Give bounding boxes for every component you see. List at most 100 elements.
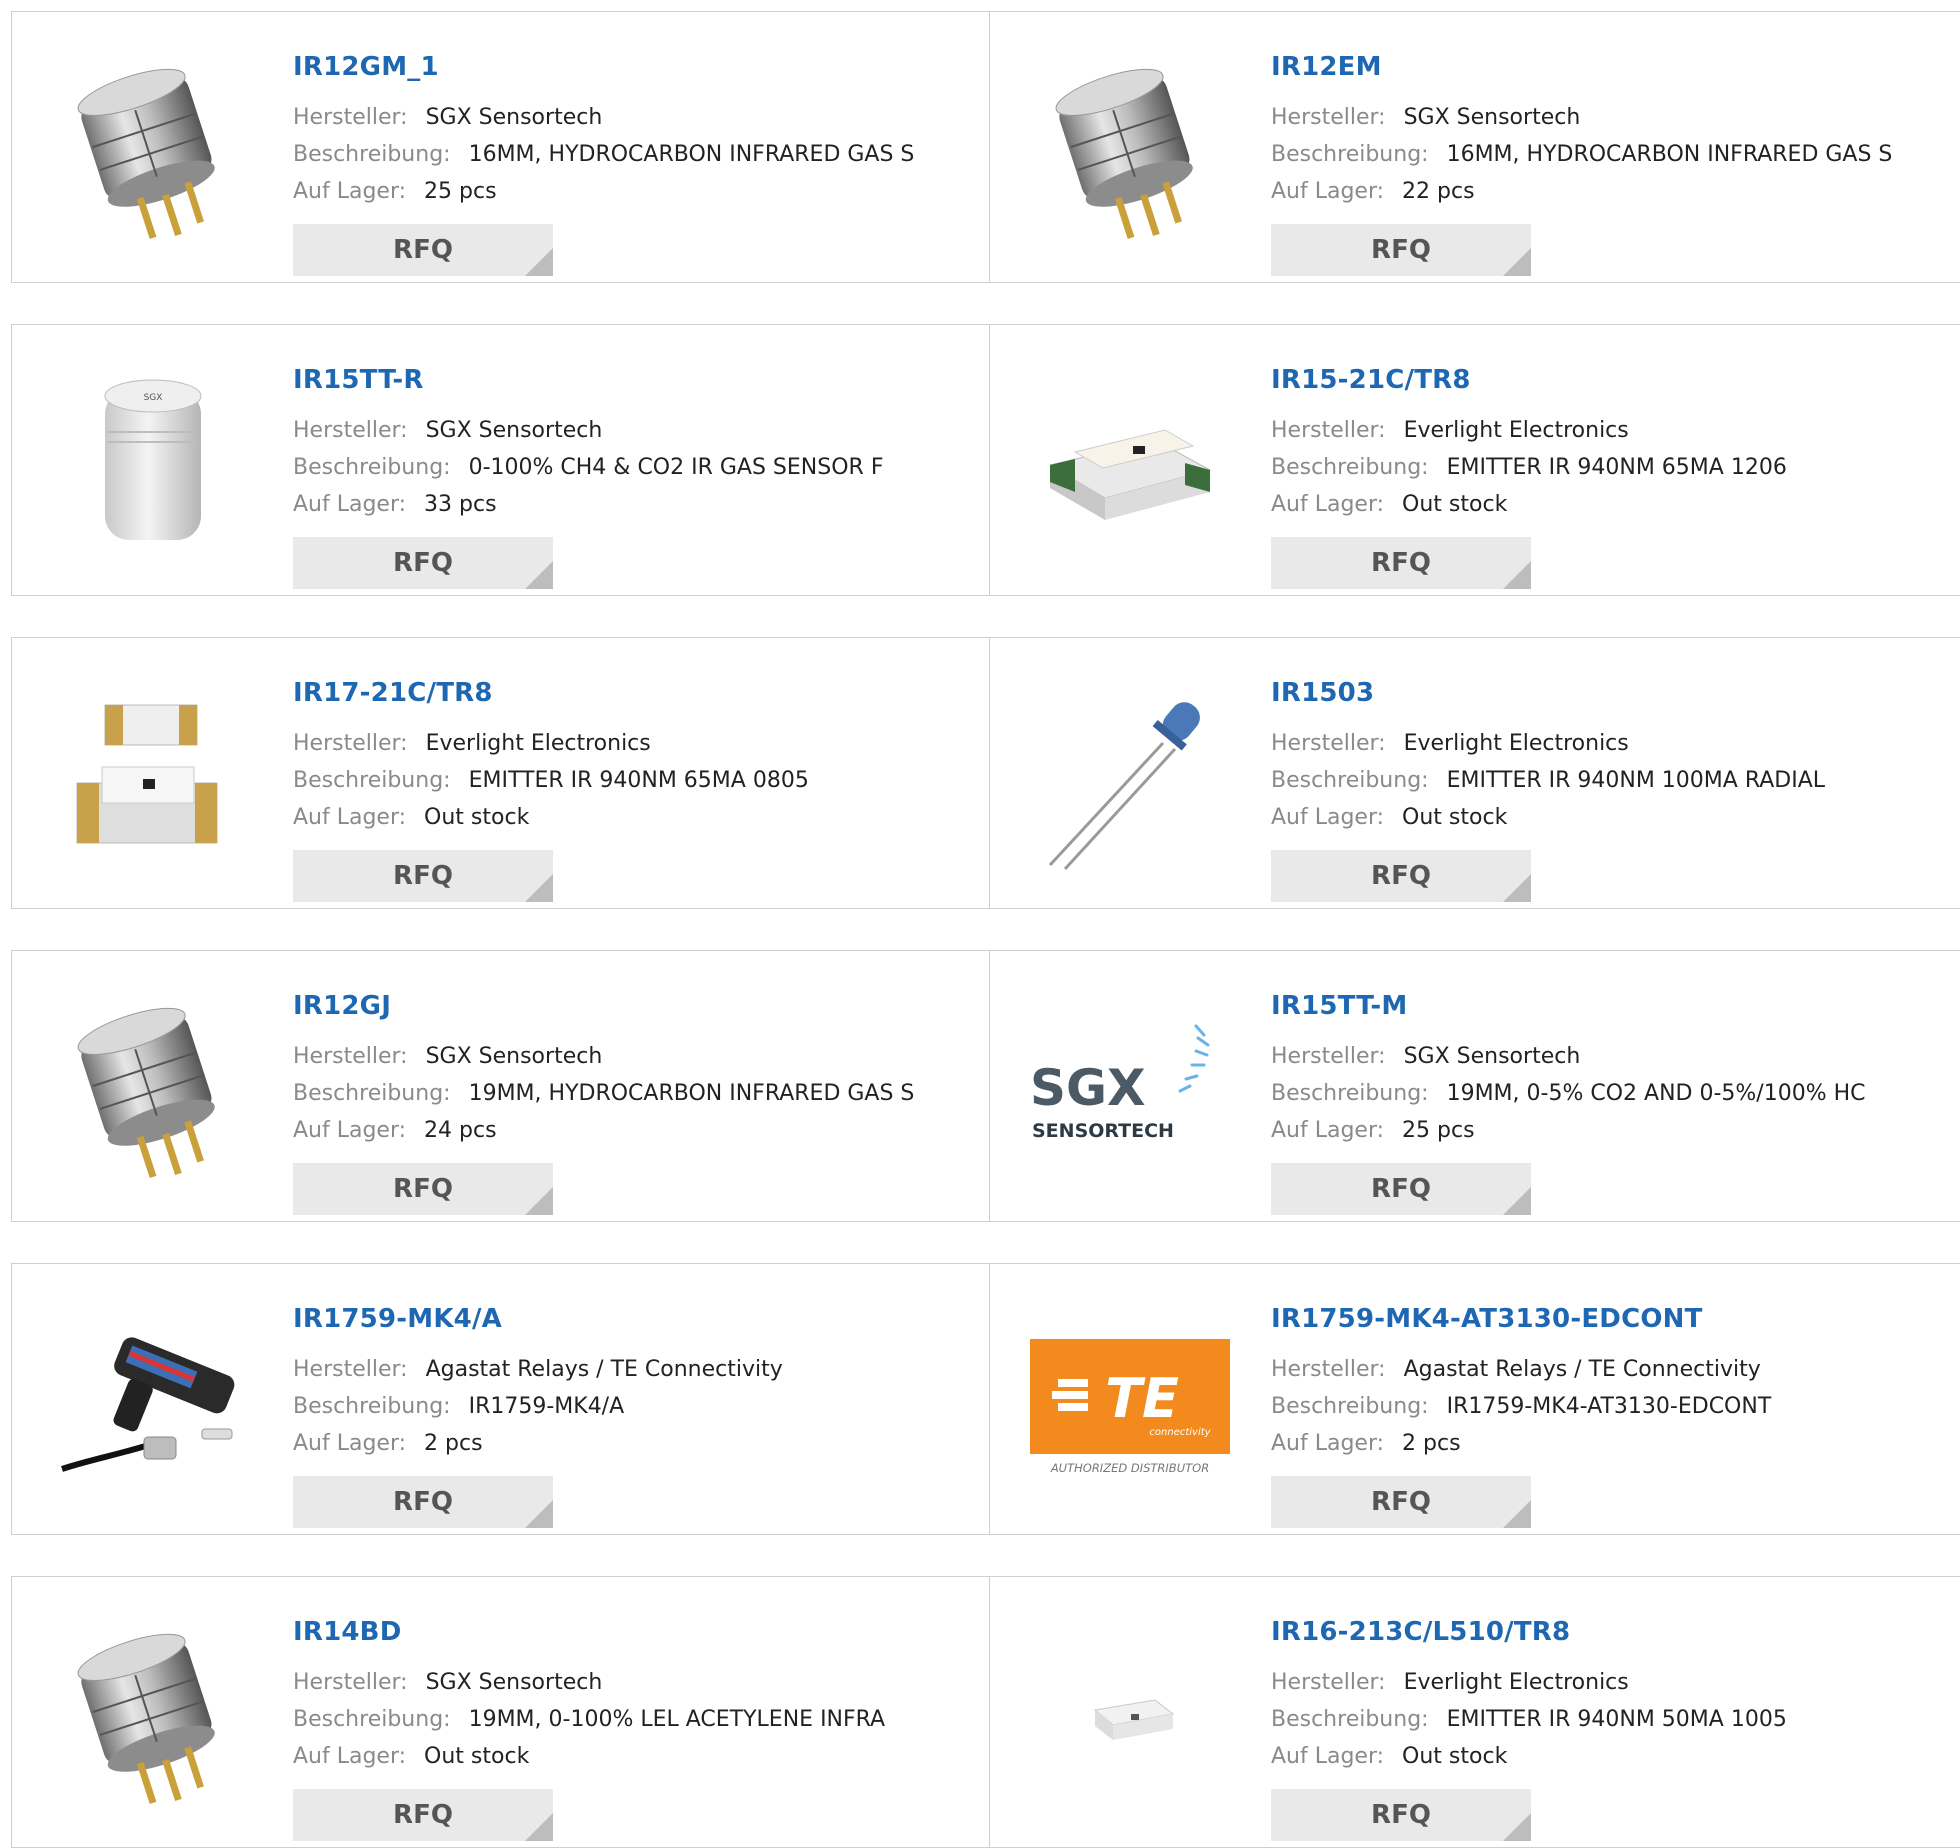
rfq-button[interactable]: RFQ xyxy=(293,850,553,902)
rfq-button[interactable]: RFQ xyxy=(1271,224,1531,276)
rfq-label: RFQ xyxy=(393,235,453,265)
corner-triangle-icon xyxy=(1503,1813,1531,1841)
stock-value: Out stock xyxy=(424,805,530,830)
rfq-label: RFQ xyxy=(1371,861,1431,891)
manufacturer-value: Everlight Electronics xyxy=(1403,418,1629,443)
description-value: IR1759-MK4-AT3130-EDCONT xyxy=(1446,1394,1772,1419)
product-row: IR12GM_1 Hersteller: SGX Sensortech Besch… xyxy=(11,11,1960,283)
product-name-link[interactable]: IR12EM xyxy=(1271,52,1382,82)
stock-label: Auf Lager: xyxy=(293,1431,407,1456)
stock-label: Auf Lager: xyxy=(293,492,407,517)
svg-text:connectivity: connectivity xyxy=(1149,1427,1211,1438)
gas-sensor-image[interactable] xyxy=(52,1617,252,1817)
manufacturer-row: Hersteller: Everlight Electronics xyxy=(1271,731,1629,756)
product-card: IR15-21C/TR8 Hersteller: Everlight Electr… xyxy=(990,325,1960,595)
tiny-led-image[interactable] xyxy=(1030,1617,1230,1817)
manufacturer-label: Hersteller: xyxy=(1271,1044,1386,1069)
corner-triangle-icon xyxy=(1503,874,1531,902)
rfq-button[interactable]: RFQ xyxy=(1271,537,1531,589)
rfq-button[interactable]: RFQ xyxy=(293,1476,553,1528)
stock-row: Auf Lager: Out stock xyxy=(1271,805,1507,830)
manufacturer-label: Hersteller: xyxy=(1271,418,1386,443)
corner-triangle-icon xyxy=(1503,561,1531,589)
rfq-label: RFQ xyxy=(393,1800,453,1830)
manufacturer-row: Hersteller: SGX Sensortech xyxy=(293,418,602,443)
stock-row: Auf Lager: 33 pcs xyxy=(293,492,497,517)
product-name-link[interactable]: IR14BD xyxy=(293,1617,401,1647)
product-name-link[interactable]: IR15TT-R xyxy=(293,365,424,395)
product-name-link[interactable]: IR1759-MK4-AT3130-EDCONT xyxy=(1271,1304,1703,1334)
product-name-link[interactable]: IR1759-MK4/A xyxy=(293,1304,502,1334)
rfq-button[interactable]: RFQ xyxy=(293,1163,553,1215)
corner-triangle-icon xyxy=(525,1187,553,1215)
description-label: Beschreibung: xyxy=(293,1394,451,1419)
description-value: 0-100% CH4 & CO2 IR GAS SENSOR F xyxy=(468,455,884,480)
corner-triangle-icon xyxy=(525,561,553,589)
description-row: Beschreibung: EMITTER IR 940NM 65MA 1206 xyxy=(1271,455,1787,480)
rfq-button[interactable]: RFQ xyxy=(1271,1476,1531,1528)
radial-led-image[interactable] xyxy=(1030,678,1230,878)
manufacturer-value: SGX Sensortech xyxy=(425,1044,603,1069)
stock-value: 24 pcs xyxy=(424,1118,497,1143)
rfq-button[interactable]: RFQ xyxy=(293,1789,553,1841)
description-row: Beschreibung: 19MM, 0-5% CO2 AND 0-5%/100… xyxy=(1271,1081,1866,1106)
manufacturer-row: Hersteller: Everlight Electronics xyxy=(1271,1670,1629,1695)
rfq-label: RFQ xyxy=(1371,235,1431,265)
manufacturer-label: Hersteller: xyxy=(293,1044,408,1069)
manufacturer-value: Everlight Electronics xyxy=(1403,731,1629,756)
product-card: SGX SENSORTECH IR15TT-M Hersteller: SGX Se… xyxy=(990,951,1960,1221)
corner-triangle-icon xyxy=(525,874,553,902)
rfq-button[interactable]: RFQ xyxy=(293,224,553,276)
gas-sensor-image[interactable] xyxy=(52,991,252,1191)
description-row: Beschreibung: 19MM, HYDROCARBON INFRARED … xyxy=(293,1081,914,1106)
smd-led-image[interactable] xyxy=(1030,365,1230,565)
rfq-button[interactable]: RFQ xyxy=(293,537,553,589)
product-name-link[interactable]: IR12GM_1 xyxy=(293,52,439,82)
manufacturer-row: Hersteller: Everlight Electronics xyxy=(293,731,651,756)
product-card: TE connectivity AUTHORIZED DISTRIBUTOR IR1… xyxy=(990,1264,1960,1534)
manufacturer-label: Hersteller: xyxy=(293,105,408,130)
product-name-link[interactable]: IR17-21C/TR8 xyxy=(293,678,493,708)
product-card: IR16-213C/L510/TR8 Hersteller: Everlight … xyxy=(990,1577,1960,1847)
product-name-link[interactable]: IR1503 xyxy=(1271,678,1374,708)
description-label: Beschreibung: xyxy=(1271,142,1429,167)
svg-text:AUTHORIZED DISTRIBUTOR: AUTHORIZED DISTRIBUTOR xyxy=(1050,1461,1209,1475)
product-row: IR17-21C/TR8 Hersteller: Everlight Electr… xyxy=(11,637,1960,909)
corner-triangle-icon xyxy=(1503,248,1531,276)
stock-value: 2 pcs xyxy=(1402,1431,1461,1456)
product-name-link[interactable]: IR16-213C/L510/TR8 xyxy=(1271,1617,1570,1647)
sgx-logo-image[interactable]: SGX SENSORTECH xyxy=(1030,991,1230,1191)
te-logo-image[interactable]: TE connectivity AUTHORIZED DISTRIBUTOR xyxy=(1030,1304,1230,1504)
product-name-link[interactable]: IR15-21C/TR8 xyxy=(1271,365,1471,395)
product-name-link[interactable]: IR15TT-M xyxy=(1271,991,1407,1021)
stock-value: Out stock xyxy=(1402,1744,1508,1769)
rfq-label: RFQ xyxy=(1371,548,1431,578)
product-name-link[interactable]: IR12GJ xyxy=(293,991,391,1021)
description-row: Beschreibung: IR1759-MK4/A xyxy=(293,1394,624,1419)
stock-row: Auf Lager: 2 pcs xyxy=(1271,1431,1461,1456)
white-sensor-image[interactable]: SGX xyxy=(52,365,252,565)
manufacturer-row: Hersteller: Everlight Electronics xyxy=(1271,418,1629,443)
stock-value: 25 pcs xyxy=(424,179,497,204)
smd-led-pair-image[interactable] xyxy=(52,678,252,878)
stock-value: Out stock xyxy=(1402,492,1508,517)
gas-sensor-image[interactable] xyxy=(1030,52,1230,252)
description-label: Beschreibung: xyxy=(1271,455,1429,480)
rfq-button[interactable]: RFQ xyxy=(1271,850,1531,902)
rfq-button[interactable]: RFQ xyxy=(1271,1789,1531,1841)
stock-row: Auf Lager: 25 pcs xyxy=(1271,1118,1475,1143)
ir-gun-image[interactable] xyxy=(52,1304,252,1504)
rfq-label: RFQ xyxy=(1371,1487,1431,1517)
manufacturer-label: Hersteller: xyxy=(1271,731,1386,756)
description-label: Beschreibung: xyxy=(293,1707,451,1732)
description-label: Beschreibung: xyxy=(1271,768,1429,793)
rfq-button[interactable]: RFQ xyxy=(1271,1163,1531,1215)
manufacturer-value: Everlight Electronics xyxy=(425,731,651,756)
description-value: EMITTER IR 940NM 65MA 1206 xyxy=(1446,455,1787,480)
description-row: Beschreibung: EMITTER IR 940NM 50MA 1005 xyxy=(1271,1707,1787,1732)
manufacturer-label: Hersteller: xyxy=(1271,105,1386,130)
gas-sensor-image[interactable] xyxy=(52,52,252,252)
description-value: 16MM, HYDROCARBON INFRARED GAS S xyxy=(468,142,915,167)
stock-label: Auf Lager: xyxy=(1271,179,1385,204)
stock-label: Auf Lager: xyxy=(293,1744,407,1769)
